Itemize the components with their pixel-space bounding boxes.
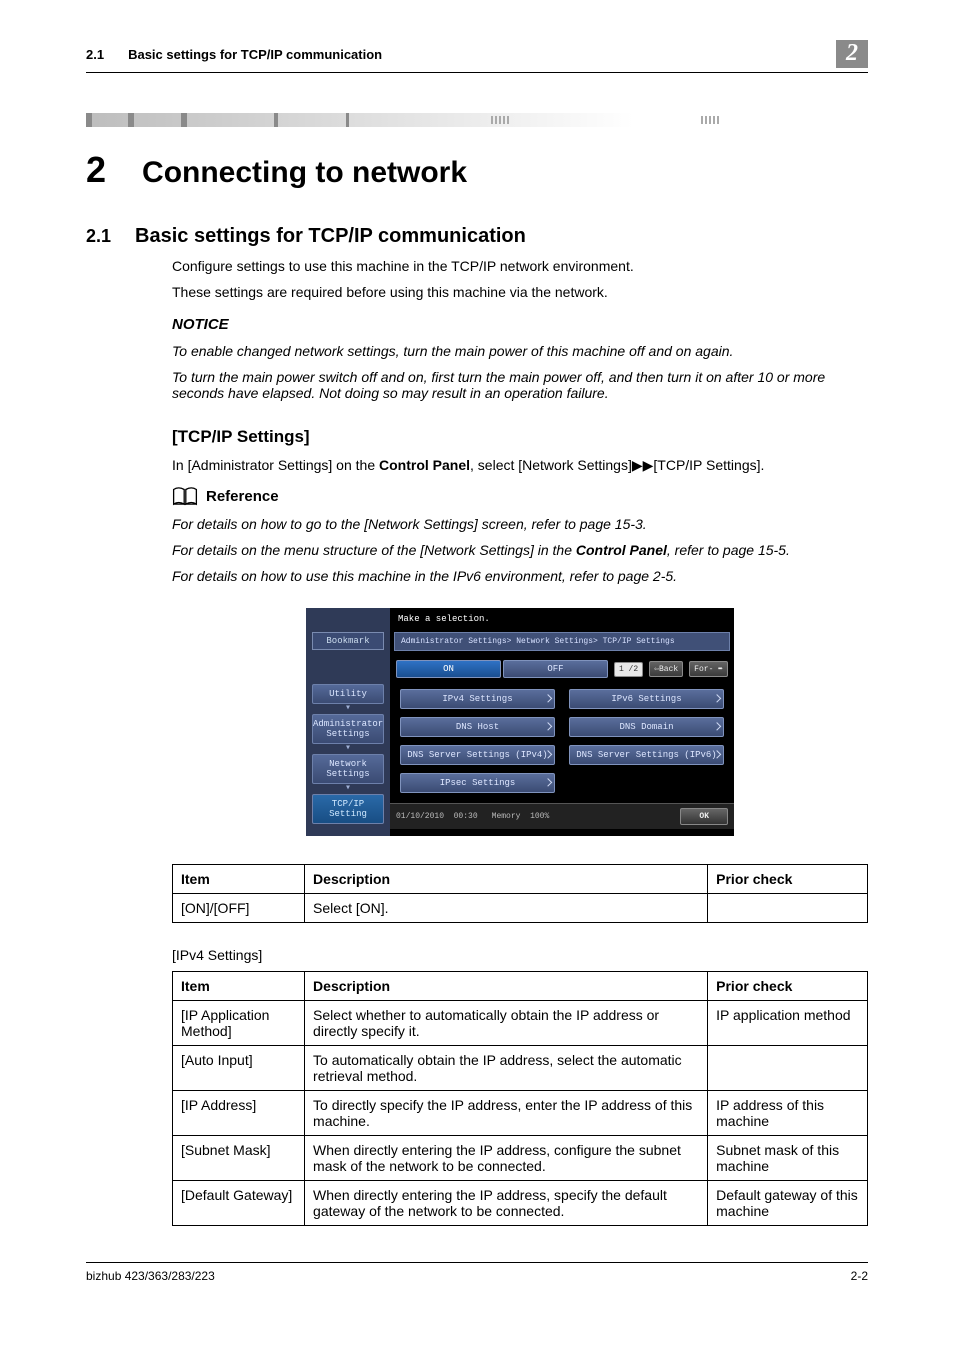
tcpip-settings-heading: [TCP/IP Settings] [172, 427, 868, 447]
reference-line: For details on the menu structure of the… [172, 542, 868, 558]
ipv6-settings-button[interactable]: IPv6 Settings [569, 689, 724, 709]
sidebar-item-tcpip-setting[interactable]: TCP/IP Setting [312, 794, 384, 824]
col-item: Item [173, 865, 305, 894]
settings-table-ipv4: Item Description Prior check [IP Applica… [172, 971, 868, 1226]
chapter-title: Connecting to network [142, 156, 467, 190]
chevron-down-icon: ▾ [306, 744, 390, 754]
running-header: 2.1 Basic settings for TCP/IP communicat… [86, 40, 868, 73]
status-date: 01/10/2010 [396, 812, 444, 821]
chevron-down-icon: ▾ [306, 704, 390, 714]
chapter-heading: 2 Connecting to network [86, 149, 868, 191]
chapter-badge: 2 [836, 40, 868, 68]
chevron-down-icon: ▾ [306, 784, 390, 794]
col-prior-check: Prior check [708, 972, 868, 1001]
table-row: [Default Gateway] When directly entering… [173, 1181, 868, 1226]
panel-breadcrumb: Administrator Settings> Network Settings… [394, 632, 730, 651]
sidebar-item-admin-settings[interactable]: Administrator Settings [312, 714, 384, 744]
ipsec-settings-button[interactable]: IPsec Settings [400, 773, 555, 793]
status-memory-label: Memory [492, 812, 521, 821]
section-heading: 2.1 Basic settings for TCP/IP communicat… [86, 225, 868, 248]
panel-main: Make a selection. Administrator Settings… [390, 608, 734, 836]
status-time: 00:30 [454, 812, 478, 821]
footer-page-number: 2-2 [851, 1269, 868, 1283]
intro-paragraph: These settings are required before using… [172, 284, 868, 300]
notice-text: To enable changed network settings, turn… [172, 343, 868, 359]
notice-label: NOTICE [172, 316, 868, 333]
table-row: [ON]/[OFF] Select [ON]. [173, 894, 868, 923]
section-number: 2.1 [86, 226, 111, 247]
tcpip-settings-path: In [Administrator Settings] on the Contr… [172, 457, 868, 474]
notice-text: To turn the main power switch off and on… [172, 369, 868, 401]
dns-server-v6-button[interactable]: DNS Server Settings (IPv6) [569, 745, 724, 765]
sidebar-item-utility[interactable]: Utility [312, 684, 384, 704]
on-tab[interactable]: ON [396, 660, 501, 678]
table-row: [IP Address] To directly specify the IP … [173, 1091, 868, 1136]
col-item: Item [173, 972, 305, 1001]
off-tab[interactable]: OFF [503, 660, 608, 678]
dns-domain-button[interactable]: DNS Domain [569, 717, 724, 737]
page-footer: bizhub 423/363/283/223 2-2 [86, 1262, 868, 1283]
settings-table-onoff: Item Description Prior check [ON]/[OFF] … [172, 864, 868, 923]
panel-instruction: Make a selection. [390, 608, 734, 628]
col-description: Description [305, 972, 708, 1001]
runhead-section-title: Basic settings for TCP/IP communication [128, 47, 382, 62]
col-prior-check: Prior check [708, 865, 868, 894]
status-memory-value: 100% [530, 812, 549, 821]
reference-line: For details on how to go to the [Network… [172, 516, 868, 532]
sidebar-item-network-settings[interactable]: Network Settings [312, 754, 384, 784]
bookmark-button[interactable]: Bookmark [312, 632, 384, 650]
dns-server-v4-button[interactable]: DNS Server Settings (IPv4) [400, 745, 555, 765]
table-row: [Subnet Mask] When directly entering the… [173, 1136, 868, 1181]
page-indicator: 1 /2 [614, 662, 643, 677]
intro-paragraph: Configure settings to use this machine i… [172, 258, 868, 274]
table-title-ipv4: [IPv4 Settings] [172, 947, 868, 963]
decorative-stripe [86, 113, 868, 127]
book-icon [172, 486, 198, 506]
dns-host-button[interactable]: DNS Host [400, 717, 555, 737]
reference-label: Reference [206, 488, 279, 505]
col-description: Description [305, 865, 708, 894]
panel-status-bar: 01/10/2010 00:30 Memory 100% OK [390, 804, 734, 829]
chapter-number: 2 [86, 149, 106, 191]
back-button[interactable]: ⇦Back [649, 661, 683, 677]
table-row: [Auto Input] To automatically obtain the… [173, 1046, 868, 1091]
reference-line: For details on how to use this machine i… [172, 568, 868, 584]
ipv4-settings-button[interactable]: IPv4 Settings [400, 689, 555, 709]
footer-model: bizhub 423/363/283/223 [86, 1269, 215, 1283]
forward-button[interactable]: For- ➨ [689, 661, 728, 677]
ok-button[interactable]: OK [680, 808, 728, 825]
control-panel-screenshot: Bookmark Utility ▾ Administrator Setting… [306, 608, 734, 836]
reference-heading: Reference [172, 486, 868, 506]
panel-sidebar: Bookmark Utility ▾ Administrator Setting… [306, 608, 390, 836]
runhead-section-number: 2.1 [86, 47, 104, 62]
section-title: Basic settings for TCP/IP communication [135, 225, 526, 248]
table-row: [IP Application Method] Select whether t… [173, 1001, 868, 1046]
